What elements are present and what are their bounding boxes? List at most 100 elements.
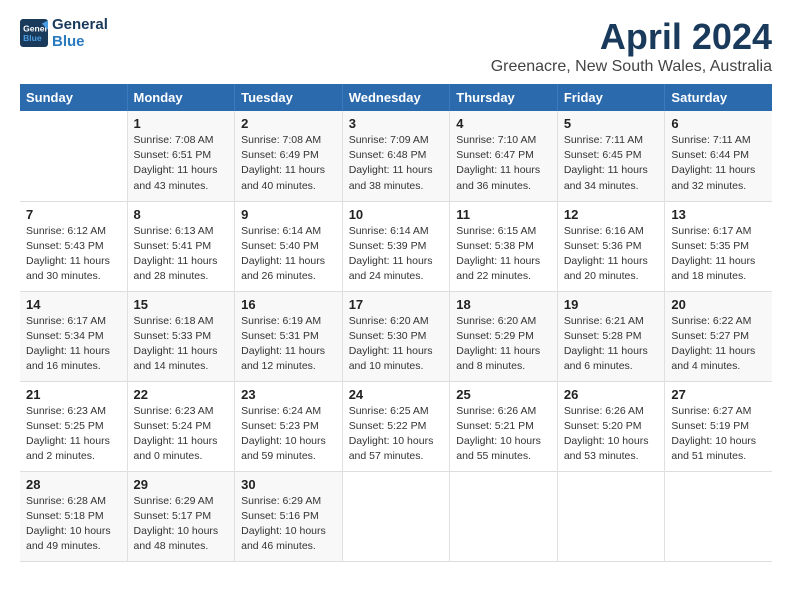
day-number: 26 — [564, 387, 659, 402]
header-wednesday: Wednesday — [342, 84, 450, 111]
calendar-cell: 20 Sunrise: 6:22 AM Sunset: 5:27 PM Dayli… — [665, 291, 772, 381]
header-monday: Monday — [127, 84, 235, 111]
day-number: 2 — [241, 116, 336, 131]
calendar-cell: 23Sunrise: 6:24 AM Sunset: 5:23 PM Dayli… — [235, 381, 343, 471]
calendar-cell — [665, 471, 772, 561]
day-info: Sunrise: 6:27 AM Sunset: 5:19 PM Dayligh… — [671, 404, 766, 465]
day-number: 14 — [26, 297, 121, 312]
calendar-cell: 16 Sunrise: 6:19 AM Sunset: 5:31 PM Dayli… — [235, 291, 343, 381]
calendar-cell: 8 Sunrise: 6:13 AM Sunset: 5:41 PM Daylig… — [127, 201, 235, 291]
calendar-cell — [450, 471, 558, 561]
day-info: Sunrise: 6:26 AM Sunset: 5:20 PM Dayligh… — [564, 404, 659, 465]
calendar-cell: 13Sunrise: 6:17 AM Sunset: 5:35 PM Dayli… — [665, 201, 772, 291]
day-info: Sunrise: 6:14 AM Sunset: 5:40 PM Dayligh… — [241, 224, 336, 285]
calendar-week-3: 14Sunrise: 6:17 AM Sunset: 5:34 PM Dayli… — [20, 291, 772, 381]
day-info: Sunrise: 6:14 AM Sunset: 5:39 PM Dayligh… — [349, 224, 444, 285]
calendar-cell: 10 Sunrise: 6:14 AM Sunset: 5:39 PM Dayli… — [342, 201, 450, 291]
day-info: Sunrise: 7:11 AM Sunset: 6:44 PM Dayligh… — [671, 133, 766, 194]
calendar-cell: 27 Sunrise: 6:27 AM Sunset: 5:19 PM Dayli… — [665, 381, 772, 471]
calendar-cell: 26 Sunrise: 6:26 AM Sunset: 5:20 PM Dayli… — [557, 381, 665, 471]
day-info: Sunrise: 6:29 AM Sunset: 5:16 PM Dayligh… — [241, 494, 336, 555]
calendar-cell: 15Sunrise: 6:18 AM Sunset: 5:33 PM Dayli… — [127, 291, 235, 381]
calendar-week-1: 1Sunrise: 7:08 AM Sunset: 6:51 PM Daylig… — [20, 111, 772, 201]
calendar-cell: 18 Sunrise: 6:20 AM Sunset: 5:29 PM Dayli… — [450, 291, 558, 381]
day-info: Sunrise: 6:21 AM Sunset: 5:28 PM Dayligh… — [564, 314, 659, 375]
day-number: 16 — [241, 297, 336, 312]
calendar-cell: 21Sunrise: 6:23 AM Sunset: 5:25 PM Dayli… — [20, 381, 127, 471]
calendar-cell: 12 Sunrise: 6:16 AM Sunset: 5:36 PM Dayli… — [557, 201, 665, 291]
day-info: Sunrise: 6:17 AM Sunset: 5:35 PM Dayligh… — [671, 224, 766, 285]
day-info: Sunrise: 7:09 AM Sunset: 6:48 PM Dayligh… — [349, 133, 444, 194]
day-info: Sunrise: 6:23 AM Sunset: 5:25 PM Dayligh… — [26, 404, 121, 465]
calendar-cell: 6 Sunrise: 7:11 AM Sunset: 6:44 PM Daylig… — [665, 111, 772, 201]
day-info: Sunrise: 7:08 AM Sunset: 6:51 PM Dayligh… — [134, 133, 229, 194]
calendar-cell: 29Sunrise: 6:29 AM Sunset: 5:17 PM Dayli… — [127, 471, 235, 561]
svg-text:Blue: Blue — [23, 33, 42, 43]
day-number: 30 — [241, 477, 336, 492]
day-info: Sunrise: 6:19 AM Sunset: 5:31 PM Dayligh… — [241, 314, 336, 375]
header-tuesday: Tuesday — [235, 84, 343, 111]
day-number: 8 — [134, 207, 229, 222]
calendar-cell: 9 Sunrise: 6:14 AM Sunset: 5:40 PM Daylig… — [235, 201, 343, 291]
day-info: Sunrise: 6:12 AM Sunset: 5:43 PM Dayligh… — [26, 224, 121, 285]
day-number: 27 — [671, 387, 766, 402]
day-number: 11 — [456, 207, 551, 222]
main-title: April 2024 — [491, 16, 772, 58]
calendar-cell: 19Sunrise: 6:21 AM Sunset: 5:28 PM Dayli… — [557, 291, 665, 381]
calendar-cell: 24 Sunrise: 6:25 AM Sunset: 5:22 PM Dayli… — [342, 381, 450, 471]
day-number: 5 — [564, 116, 659, 131]
day-info: Sunrise: 6:13 AM Sunset: 5:41 PM Dayligh… — [134, 224, 229, 285]
calendar-cell: 5Sunrise: 7:11 AM Sunset: 6:45 PM Daylig… — [557, 111, 665, 201]
calendar-cell: 11 Sunrise: 6:15 AM Sunset: 5:38 PM Dayli… — [450, 201, 558, 291]
header-sunday: Sunday — [20, 84, 127, 111]
day-info: Sunrise: 6:28 AM Sunset: 5:18 PM Dayligh… — [26, 494, 121, 555]
day-info: Sunrise: 7:10 AM Sunset: 6:47 PM Dayligh… — [456, 133, 551, 194]
day-number: 20 — [671, 297, 766, 312]
day-info: Sunrise: 6:24 AM Sunset: 5:23 PM Dayligh… — [241, 404, 336, 465]
day-info: Sunrise: 6:20 AM Sunset: 5:30 PM Dayligh… — [349, 314, 444, 375]
logo-text-line2: Blue — [52, 33, 108, 50]
day-number: 18 — [456, 297, 551, 312]
page-header: General Blue General Blue April 2024 Gre… — [20, 16, 772, 76]
calendar-cell: 25Sunrise: 6:26 AM Sunset: 5:21 PM Dayli… — [450, 381, 558, 471]
logo-icon: General Blue — [20, 19, 48, 47]
logo-text-line1: General — [52, 16, 108, 33]
day-number: 3 — [349, 116, 444, 131]
calendar-cell: 30 Sunrise: 6:29 AM Sunset: 5:16 PM Dayli… — [235, 471, 343, 561]
day-info: Sunrise: 6:20 AM Sunset: 5:29 PM Dayligh… — [456, 314, 551, 375]
calendar-cell — [557, 471, 665, 561]
day-info: Sunrise: 6:15 AM Sunset: 5:38 PM Dayligh… — [456, 224, 551, 285]
subtitle: Greenacre, New South Wales, Australia — [491, 58, 772, 76]
calendar-cell: 4Sunrise: 7:10 AM Sunset: 6:47 PM Daylig… — [450, 111, 558, 201]
calendar-cell: 7 Sunrise: 6:12 AM Sunset: 5:43 PM Daylig… — [20, 201, 127, 291]
day-info: Sunrise: 6:16 AM Sunset: 5:36 PM Dayligh… — [564, 224, 659, 285]
day-number: 24 — [349, 387, 444, 402]
calendar-week-5: 28 Sunrise: 6:28 AM Sunset: 5:18 PM Dayli… — [20, 471, 772, 561]
day-number: 22 — [134, 387, 229, 402]
calendar-cell: 22 Sunrise: 6:23 AM Sunset: 5:24 PM Dayli… — [127, 381, 235, 471]
logo: General Blue General Blue — [20, 16, 108, 50]
calendar-cell — [20, 111, 127, 201]
day-number: 12 — [564, 207, 659, 222]
calendar-cell: 28 Sunrise: 6:28 AM Sunset: 5:18 PM Dayli… — [20, 471, 127, 561]
day-number: 10 — [349, 207, 444, 222]
day-number: 7 — [26, 207, 121, 222]
calendar-cell: 2Sunrise: 7:08 AM Sunset: 6:49 PM Daylig… — [235, 111, 343, 201]
day-info: Sunrise: 6:18 AM Sunset: 5:33 PM Dayligh… — [134, 314, 229, 375]
day-info: Sunrise: 6:25 AM Sunset: 5:22 PM Dayligh… — [349, 404, 444, 465]
calendar-cell: 3 Sunrise: 7:09 AM Sunset: 6:48 PM Daylig… — [342, 111, 450, 201]
calendar-header-row: SundayMondayTuesdayWednesdayThursdayFrid… — [20, 84, 772, 111]
day-info: Sunrise: 6:22 AM Sunset: 5:27 PM Dayligh… — [671, 314, 766, 375]
calendar-week-4: 21Sunrise: 6:23 AM Sunset: 5:25 PM Dayli… — [20, 381, 772, 471]
calendar-cell: 17Sunrise: 6:20 AM Sunset: 5:30 PM Dayli… — [342, 291, 450, 381]
title-block: April 2024 Greenacre, New South Wales, A… — [491, 16, 772, 76]
calendar-week-2: 7 Sunrise: 6:12 AM Sunset: 5:43 PM Daylig… — [20, 201, 772, 291]
day-number: 28 — [26, 477, 121, 492]
day-number: 6 — [671, 116, 766, 131]
day-info: Sunrise: 6:29 AM Sunset: 5:17 PM Dayligh… — [134, 494, 229, 555]
calendar-cell: 14Sunrise: 6:17 AM Sunset: 5:34 PM Dayli… — [20, 291, 127, 381]
day-number: 9 — [241, 207, 336, 222]
calendar-cell — [342, 471, 450, 561]
header-friday: Friday — [557, 84, 665, 111]
day-info: Sunrise: 6:23 AM Sunset: 5:24 PM Dayligh… — [134, 404, 229, 465]
